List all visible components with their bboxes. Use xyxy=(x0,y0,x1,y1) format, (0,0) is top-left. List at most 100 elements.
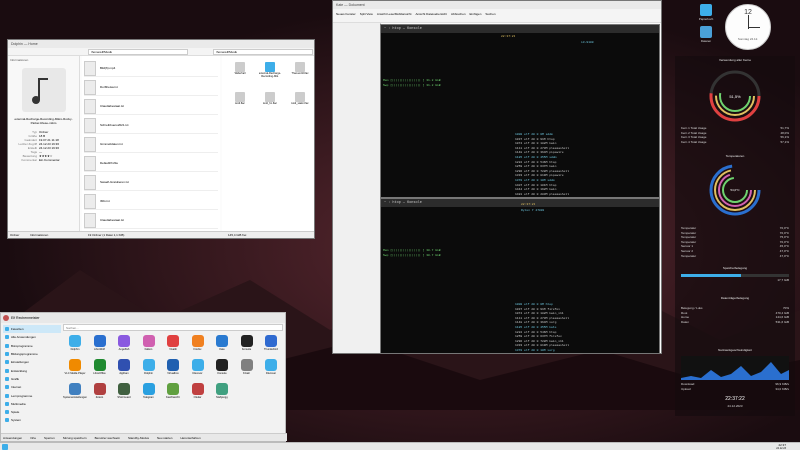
clock-hand xyxy=(748,27,760,28)
app-discover[interactable]: Discover xyxy=(259,357,283,378)
app-label: Telegram xyxy=(143,396,154,399)
user-avatar[interactable] xyxy=(3,315,9,321)
file-item[interactable]: That-world.flac xyxy=(286,62,314,79)
app-vlc-media-player[interactable]: VLC Media Player xyxy=(63,357,87,378)
file-item[interactable]: Widerhall xyxy=(226,62,254,79)
file-row[interactable]: Claudiabestaat.txt xyxy=(84,98,218,115)
footer-button[interactable]: Herunterfahren xyxy=(180,436,200,440)
app-keepassxc[interactable]: KeePassXC xyxy=(161,381,185,402)
category-item-6[interactable]: Grafik xyxy=(3,375,61,383)
info-value: Ein Kommentar xyxy=(39,158,60,162)
htop-terminal-bottom[interactable]: ~ : htop — Konsole Ryzen 7 4700G 22:37:2… xyxy=(380,198,660,354)
file-row[interactable]: IMG.txt xyxy=(84,193,218,210)
app-dolphin[interactable]: Dolphin xyxy=(63,333,87,354)
network-graph xyxy=(681,356,789,380)
htop-line: 1111 elf 20 0 273M plasmashell xyxy=(515,146,570,150)
file-row[interactable]: Bild(6).mp4 xyxy=(84,60,218,77)
category-item-8[interactable]: Lernprogramme xyxy=(3,391,61,399)
category-item-3[interactable]: Bildungsprogramme xyxy=(3,350,61,358)
app-discover[interactable]: Discover xyxy=(186,357,210,378)
footer-button[interactable]: Orte xyxy=(30,436,36,440)
kate-toolbar-button[interactable]: Ansicht Dateiuebersicht xyxy=(416,12,448,19)
app-angelfish[interactable]: Angelfish xyxy=(112,333,136,354)
file-row[interactable]: Claudiabestaat.txt xyxy=(84,212,218,229)
category-item-1[interactable]: Alle Anwendungen xyxy=(3,333,61,341)
category-item-5[interactable]: Entwicklung xyxy=(3,366,61,374)
file-item[interactable]: external-Recharge-Recording-Mik. xyxy=(256,62,284,79)
app-launcher[interactable]: Elf Rechenmeister Favoriten Alle Anwendun… xyxy=(0,312,287,442)
category-item-9[interactable]: Multimedia xyxy=(3,400,61,408)
widget-row-label: Kern 2 Total Usage xyxy=(681,130,707,135)
kate-toolbar-button[interactable]: Suchen xyxy=(485,12,495,19)
widget-row-value: 470,4 GiB xyxy=(775,310,789,315)
app-icon xyxy=(167,335,179,347)
app-icon xyxy=(191,359,204,371)
kate-titlebar[interactable]: Kate — Dokument xyxy=(333,1,661,9)
category-item-2[interactable]: Büroprogramme xyxy=(3,342,61,350)
htop-line: 1296 elf 20 0 728M kwin_x11 xyxy=(515,339,564,343)
file-item[interactable]: kodi.flac xyxy=(226,92,254,109)
app-libreoffice[interactable]: LibreOffice xyxy=(88,357,112,378)
file-item[interactable]: kodi_hn.flac xyxy=(256,92,284,109)
location-left[interactable]: /home/elf/Musik xyxy=(88,49,188,55)
app-ssh-guard[interactable]: SSH Guard xyxy=(112,381,136,402)
app-konsole[interactable]: Konsole xyxy=(235,333,259,354)
app-kate[interactable]: Kate xyxy=(210,333,234,354)
category-item-0[interactable]: Favoriten xyxy=(3,325,61,334)
file-manager-statusbar: Ordner Informationen 19 Ordner (1 Datei … xyxy=(8,231,314,238)
app-digikam[interactable]: digiKam xyxy=(112,357,136,378)
launcher-search[interactable] xyxy=(63,324,283,331)
category-item-10[interactable]: Spiele xyxy=(3,408,61,416)
footer-button[interactable]: Benutzer wechseln xyxy=(95,436,120,440)
app-vivaldi[interactable]: Vivaldi xyxy=(161,333,185,354)
search-input[interactable] xyxy=(64,325,282,331)
app-kcalc[interactable]: KCalc xyxy=(235,357,259,378)
tab-left[interactable]: Ordner xyxy=(10,233,19,237)
app-falkon[interactable]: Falkon xyxy=(137,333,161,354)
app-mahjongg[interactable]: Mahjongg xyxy=(210,381,234,402)
footer-button[interactable]: Neu starten xyxy=(157,436,173,440)
htop-line: 1074 elf 20 0 182M kwin xyxy=(515,142,557,146)
home-folder-icon[interactable] xyxy=(700,26,712,38)
file-row[interactable]: Swaelf-Gratulieren.txt xyxy=(84,174,218,191)
app-librewolf[interactable]: LibreWolf xyxy=(88,333,112,354)
tab-right[interactable]: Informationen xyxy=(30,233,48,237)
file-row[interactable]: Dorftheisa.txt xyxy=(84,79,218,96)
app-thunderbird[interactable]: Thunderbird xyxy=(259,333,283,354)
app-konsole[interactable]: Konsole xyxy=(210,357,234,378)
category-item-7[interactable]: Internet xyxy=(3,383,61,391)
htop-bottom-titlebar[interactable]: ~ : htop — Konsole xyxy=(381,199,659,207)
app-okular[interactable]: Okular xyxy=(186,381,210,402)
trash-icon[interactable] xyxy=(700,4,712,16)
kate-toolbar-button[interactable]: Neues Fenster xyxy=(336,12,356,19)
file-row[interactable]: Gimmeltdaten.txt xyxy=(84,136,218,153)
app-menu-icon[interactable] xyxy=(2,444,8,450)
footer-button[interactable]: Anwendungen xyxy=(3,436,22,440)
kate-toolbar-button[interactable]: Abbrechen xyxy=(451,12,466,19)
file-item[interactable]: kodi_stakn.flac xyxy=(286,92,314,109)
footer-button[interactable]: Sperren xyxy=(44,436,55,440)
widget-row: Temperatur 75,0°C xyxy=(681,235,789,239)
kate-toolbar-button[interactable]: Ansicht Lese/Mobilansicht xyxy=(377,12,412,19)
app-firefox[interactable]: Firefox xyxy=(186,333,210,354)
app-telegram[interactable]: Telegram xyxy=(137,381,161,402)
temp-title: Temperaturen xyxy=(725,154,745,158)
file-manager-titlebar[interactable]: Dolphin — Home xyxy=(8,40,314,48)
category-item-4[interactable]: Einstellungen xyxy=(3,358,61,366)
kate-toolbar-button[interactable]: Split View xyxy=(360,12,373,19)
footer-button[interactable]: Sitzung speichern xyxy=(63,436,87,440)
app-virtualbox[interactable]: Virtualbox xyxy=(161,357,185,378)
category-item-11[interactable]: System xyxy=(3,416,61,424)
app-zotero[interactable]: Zotero xyxy=(88,381,112,402)
htop-top-titlebar[interactable]: ~ : htop — Konsole xyxy=(381,25,659,33)
htop-terminal-top[interactable]: ~ : htop — Konsole 22:37:21 i3-9100 1000… xyxy=(380,24,660,198)
footer-button[interactable]: Standby-Modus xyxy=(128,436,149,440)
file-icon xyxy=(265,62,275,72)
file-row[interactable]: DefaultProfile xyxy=(84,155,218,172)
location-right[interactable]: /home/elf/Musik xyxy=(213,49,313,55)
app-systemeinstellungen[interactable]: Systemeinstellungen xyxy=(63,381,87,402)
file-row[interactable]: Schreibbuero2021.txt xyxy=(84,117,218,134)
kate-toolbar-button[interactable]: Einfügen xyxy=(470,12,482,19)
app-dolphin[interactable]: Dolphin xyxy=(137,357,161,378)
file-manager-window[interactable]: Dolphin — Home /home/elf/Musik /home/elf… xyxy=(7,39,315,239)
